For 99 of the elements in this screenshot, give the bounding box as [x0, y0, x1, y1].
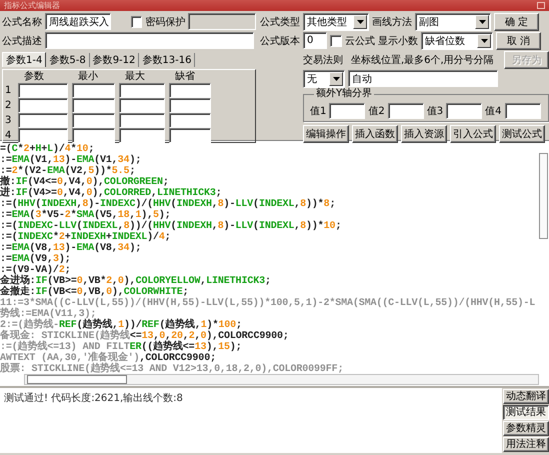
input-field[interactable] — [329, 102, 366, 118]
input-field[interactable] — [169, 128, 211, 143]
side-button[interactable]: 用法注释 — [503, 437, 549, 452]
side-button[interactable]: 参数精灵 — [503, 421, 549, 436]
dropdown-arrow-icon — [478, 20, 486, 24]
field-label: 画线方法 — [372, 16, 412, 28]
side-button[interactable]: 动态翻译 — [503, 389, 549, 404]
row-number: 1 — [5, 84, 12, 98]
name-field[interactable]: 周线超跌买入 — [45, 13, 111, 30]
field-label: 公式版本 — [260, 34, 300, 48]
trade-rule-dropdown[interactable]: 无 — [303, 70, 345, 88]
type-dropdown[interactable]: 其他类型 — [303, 12, 369, 30]
input-field[interactable] — [18, 83, 68, 98]
code-line: 进:IF(V4>=0,V4,0),COLORRED,LINETHICK3; — [0, 188, 222, 199]
code-line: 金进场:IF(VB>=0,VB*2,0),COLORYELLOW,LINETHICK3; — [0, 276, 271, 287]
code-line: 备现金: STICKLINE(趋势线<=13,0,20,2,0),COLORCC9900; — [0, 331, 289, 342]
input-field[interactable] — [169, 98, 211, 113]
input-field[interactable] — [18, 128, 68, 143]
code-line: 势线:=EMA(V11,3); — [0, 309, 96, 320]
field-label: 公式描述 — [2, 34, 42, 48]
dropdown-arrow-icon — [356, 20, 364, 24]
description-field[interactable] — [45, 32, 254, 49]
row-number: 4 — [5, 129, 12, 143]
code-line: 股票: STICKLINE(趋势线<=13 AND V12>13,0,18,2,0),COLOR0099FF; — [0, 364, 344, 374]
field-label: 密码保护 — [145, 16, 186, 28]
tab[interactable]: 参数13-16 — [139, 53, 196, 67]
decimals-dropdown[interactable]: 缺省位数 — [421, 32, 493, 50]
column-header: 缺省 — [174, 70, 196, 83]
code-line: 11:=3*SMA((C-LLV(L,55))/(HHV(H,55)-LLV(L,55))*100,5,1)-2*SMA(SMA((C-LLV(L,55))/(HHV(H,55)-L — [0, 298, 536, 309]
status-message: 测试通过! 代码长度:2621,输出线个数:8 — [4, 393, 183, 404]
code-line: 撤:IF(V4<=0,V4,0),COLORGREEN; — [0, 177, 169, 188]
code-line: 金撤走:IF(VB<=0,VB,0),COLORWHITE; — [0, 287, 188, 298]
input-field[interactable] — [504, 102, 540, 118]
input-field[interactable] — [18, 113, 68, 128]
input-field[interactable] — [119, 98, 165, 113]
tab[interactable]: 参数1-4 — [2, 52, 46, 67]
code-line: :=(INDEXC-LLV(INDEXL,8))/(HHV(INDEXH,8)-LLV(INDEXL,8))*10; — [0, 221, 342, 232]
checkbox[interactable] — [330, 34, 342, 46]
row-number: 2 — [5, 99, 12, 113]
toolbar-button[interactable]: 编辑操作 — [303, 125, 349, 143]
code-line: :=EMA(V1,13)-EMA(V1,34); — [0, 155, 142, 166]
toolbar-button[interactable]: 引入公式 — [450, 125, 496, 143]
input-field[interactable] — [169, 113, 211, 128]
column-header: 参数 — [23, 70, 45, 83]
dropdown-arrow-icon — [480, 38, 488, 42]
checkbox[interactable] — [131, 16, 142, 28]
code-line: =(C*2+H+L)/4*10; — [0, 144, 94, 155]
tab[interactable]: 参数5-8 — [46, 53, 90, 67]
code-line: :=(INDEXC*2+INDEXH+INDEXL)/4; — [0, 232, 171, 243]
code-line: :=(V9-VA)/2; — [0, 265, 71, 276]
code-line: AWTEXT (AA,30,'准备现金'),COLORCC9900; — [0, 353, 216, 364]
password-field — [188, 13, 256, 30]
tab[interactable]: 参数9-12 — [90, 53, 140, 67]
field-label: 值4 — [485, 104, 502, 118]
field-label: 坐标线位置,最多6个,用分号分隔 — [351, 54, 494, 66]
toolbar-button[interactable]: 测试公式 — [499, 125, 545, 143]
input-field[interactable] — [72, 113, 115, 128]
input-field[interactable] — [388, 102, 424, 118]
code-line: :=EMA(V9,3); — [0, 254, 71, 265]
input-field[interactable] — [119, 83, 165, 98]
axis-field[interactable]: 自动 — [348, 70, 498, 87]
horizontal-scrollbar[interactable] — [24, 374, 539, 385]
field-label: 显示小数 — [378, 34, 418, 48]
input-field[interactable] — [119, 113, 165, 128]
group-title: 额外Y轴分界 — [314, 88, 374, 100]
maximize-icon[interactable] — [537, 2, 545, 9]
input-field[interactable] — [72, 128, 115, 143]
row-number: 3 — [5, 114, 12, 128]
toolbar-button[interactable]: 插入资源 — [401, 125, 447, 143]
field-label: 值2 — [368, 104, 385, 118]
input-field[interactable] — [18, 98, 68, 113]
field-label: 交易法则 — [303, 54, 343, 66]
field-label: 公式名称 — [2, 16, 42, 28]
column-header: 最大 — [124, 70, 146, 83]
side-button[interactable]: 测试结果 — [503, 405, 549, 420]
input-field[interactable] — [72, 98, 115, 113]
input-field[interactable] — [446, 102, 482, 118]
dialog-button[interactable]: 确 定 — [494, 12, 539, 30]
toolbar-button[interactable]: 插入函数 — [352, 125, 398, 143]
column-header: 最小 — [77, 70, 99, 83]
field-label: 云公式 — [345, 34, 375, 48]
code-line: :=2*(V2-EMA(V2,5))*5.5; — [0, 166, 136, 177]
version-field[interactable]: 0 — [303, 32, 327, 49]
field-label: 公式类型 — [260, 16, 300, 28]
draw-method-dropdown[interactable]: 副图 — [415, 12, 491, 30]
field-label: 值1 — [310, 104, 326, 118]
window-title: 指标公式编辑器 — [4, 1, 60, 10]
code-line: :=(趋势线<=13) AND FILTER((趋势线<=13),15); — [0, 342, 242, 353]
code-line: 2:=(趋势线-REF(趋势线,1))/REF(趋势线,1)*100; — [0, 320, 242, 331]
vertical-scrollbar[interactable] — [539, 153, 548, 239]
dropdown-arrow-icon — [332, 76, 340, 80]
input-field[interactable] — [72, 83, 115, 98]
input-field[interactable] — [169, 83, 211, 98]
code-line: :=EMA(3*V5-2*SMA(V5,18,1),5); — [0, 210, 171, 221]
code-line: :=(HHV(INDEXH,8)-INDEXC)/(HHV(INDEXH,8)-LLV(INDEXL,8))*8; — [0, 199, 336, 210]
input-field[interactable] — [119, 128, 165, 143]
field-label: 值3 — [426, 104, 444, 118]
code-line: :=EMA(V8,13)-EMA(V8,34); — [0, 243, 142, 254]
dialog-button[interactable]: 取 消 — [496, 32, 541, 50]
